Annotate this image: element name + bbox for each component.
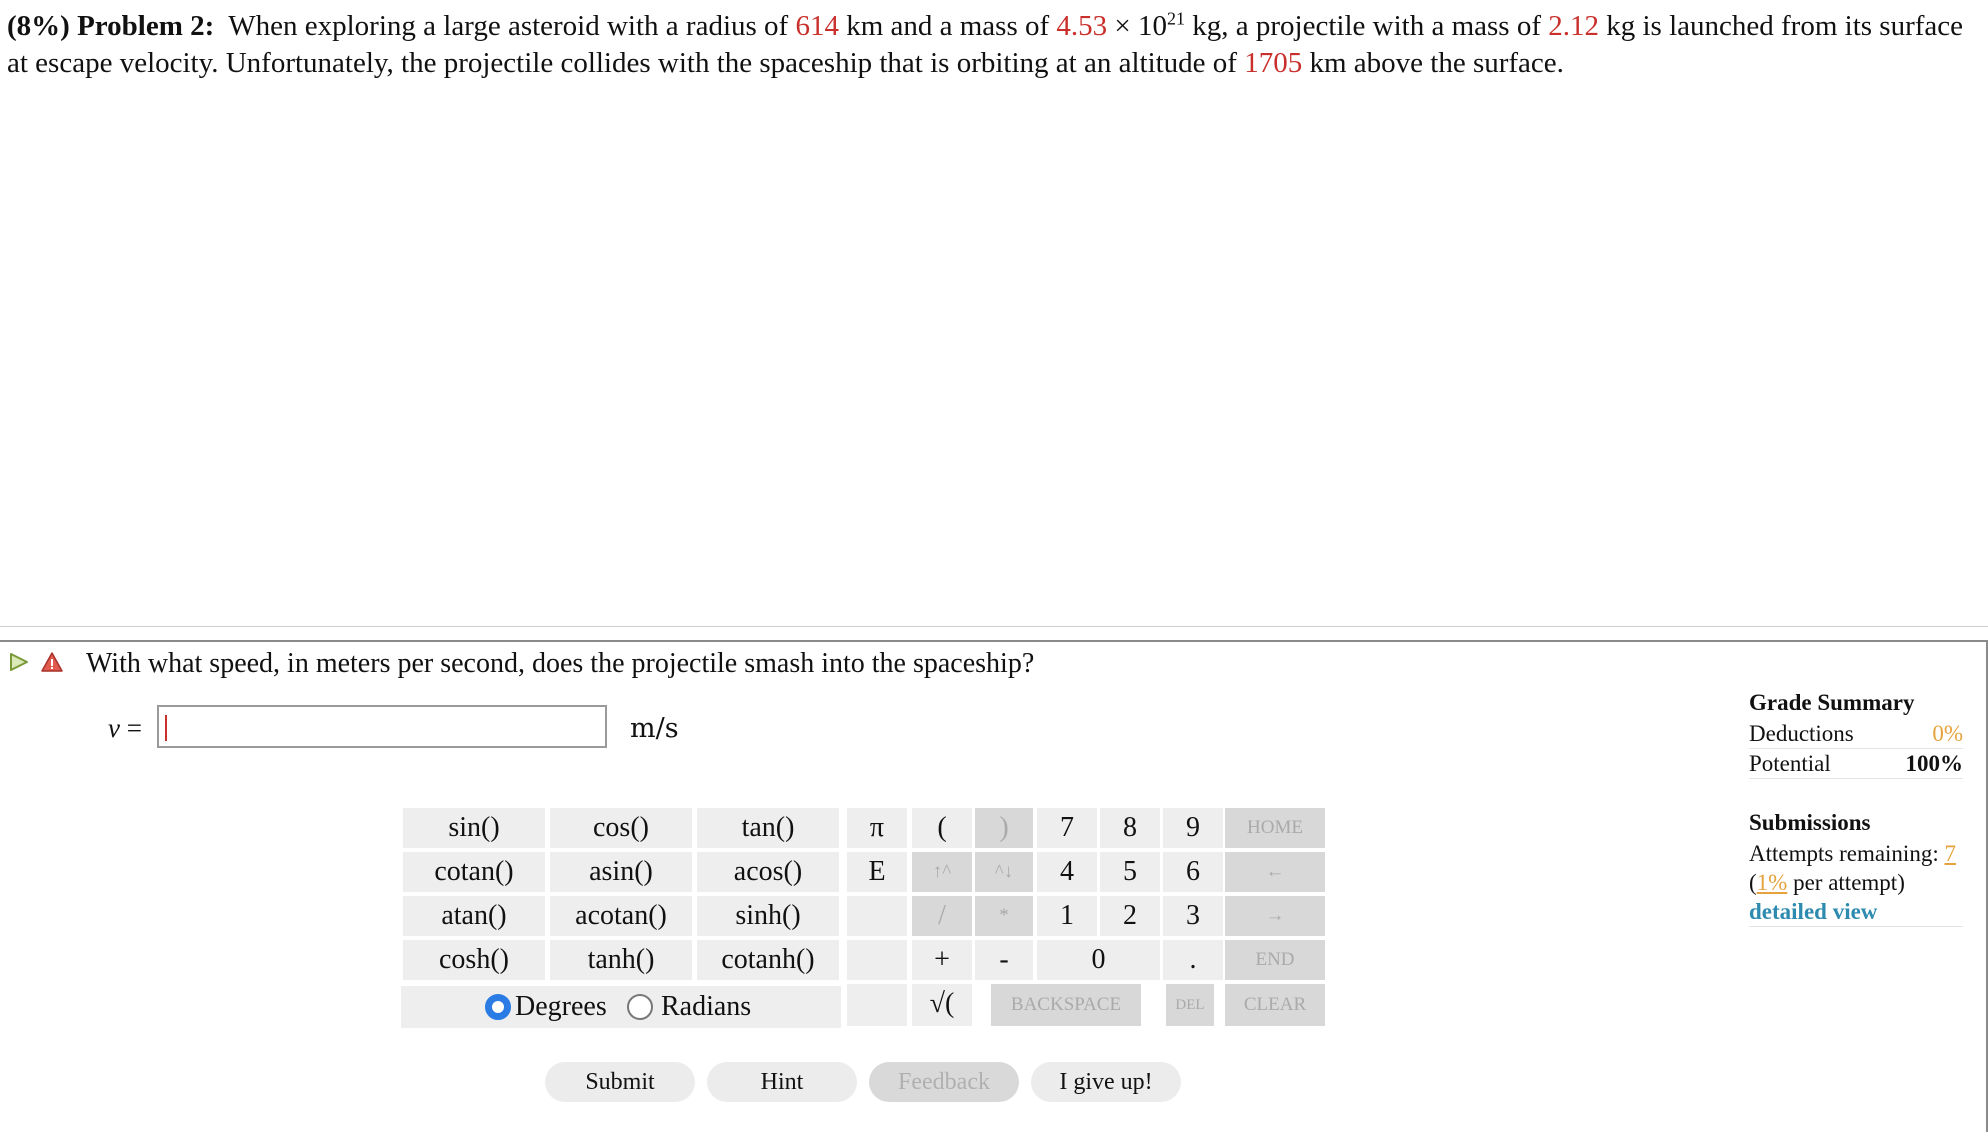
- attempts-label: Attempts remaining:: [1749, 841, 1945, 866]
- asteroid-mass-value: 4.53: [1056, 10, 1108, 42]
- key-6[interactable]: 6: [1163, 852, 1223, 892]
- divider: [0, 626, 1988, 627]
- attempts-value: 7: [1944, 841, 1956, 866]
- key-tanh[interactable]: tanh(): [550, 940, 692, 980]
- answer-input[interactable]: [157, 705, 607, 748]
- submit-button[interactable]: Submit: [545, 1062, 695, 1102]
- key-blank: [847, 984, 907, 1026]
- degrees-option[interactable]: Degrees: [485, 986, 607, 1028]
- key-pi[interactable]: π: [847, 808, 907, 848]
- key-close-paren[interactable]: ): [975, 808, 1033, 848]
- feedback-button[interactable]: Feedback: [869, 1062, 1019, 1102]
- key-cosh[interactable]: cosh(): [403, 940, 545, 980]
- angle-mode-group: Degrees Radians: [401, 986, 841, 1028]
- key-decimal[interactable]: .: [1163, 940, 1223, 980]
- key-cotanh[interactable]: cotanh(): [697, 940, 839, 980]
- detailed-view-link[interactable]: detailed view: [1749, 899, 1877, 924]
- problem-text: km and a mass of: [838, 10, 1057, 42]
- key-right[interactable]: →: [1225, 896, 1325, 936]
- problem-text: When exploring a large asteroid with a r…: [228, 10, 796, 42]
- radians-label: Radians: [661, 991, 752, 1022]
- grade-summary: Grade Summary Deductions 0% Potential 10…: [1749, 687, 1963, 927]
- key-up-arrow[interactable]: ↑^: [912, 852, 972, 892]
- problem-weight: (8%): [7, 10, 70, 42]
- key-1[interactable]: 1: [1037, 896, 1097, 936]
- key-plus[interactable]: +: [912, 940, 972, 980]
- per-attempt-value: 1%: [1756, 870, 1788, 895]
- key-cotan[interactable]: cotan(): [403, 852, 545, 892]
- key-sin[interactable]: sin(): [403, 808, 545, 848]
- deductions-value: 0%: [1932, 721, 1963, 746]
- key-5[interactable]: 5: [1100, 852, 1160, 892]
- key-atan[interactable]: atan(): [403, 896, 545, 936]
- radio-unselected-icon[interactable]: [627, 994, 653, 1020]
- key-tan[interactable]: tan(): [697, 808, 839, 848]
- problem-label: Problem 2:: [77, 10, 215, 42]
- key-del[interactable]: DEL: [1166, 984, 1214, 1026]
- key-backspace[interactable]: BACKSPACE: [991, 984, 1141, 1026]
- times-ten: × 10: [1107, 10, 1168, 42]
- radio-selected-icon[interactable]: [485, 994, 511, 1020]
- potential-label: Potential: [1749, 751, 1831, 776]
- deductions-label: Deductions: [1749, 721, 1854, 746]
- key-left[interactable]: ←: [1225, 852, 1325, 892]
- play-icon[interactable]: [8, 651, 30, 678]
- potential-value: 100%: [1905, 751, 1964, 776]
- warning-icon: [40, 651, 64, 678]
- key-end[interactable]: END: [1225, 940, 1325, 980]
- text-caret: [165, 715, 167, 741]
- key-8[interactable]: 8: [1100, 808, 1160, 848]
- key-open-paren[interactable]: (: [912, 808, 972, 848]
- problem-text: km above the surface.: [1302, 47, 1564, 79]
- equals-sign: =: [119, 713, 142, 743]
- deductions-row: Deductions 0%: [1749, 719, 1963, 749]
- detailed-view-row: detailed view: [1749, 897, 1963, 927]
- units-label: m/s: [630, 713, 679, 744]
- key-blank: [847, 896, 907, 936]
- key-asin[interactable]: asin(): [550, 852, 692, 892]
- potential-row: Potential 100%: [1749, 749, 1963, 779]
- projectile-mass-value: 2.12: [1548, 10, 1599, 42]
- key-3[interactable]: 3: [1163, 896, 1223, 936]
- radians-option[interactable]: Radians: [627, 986, 751, 1028]
- altitude-value: 1705: [1244, 47, 1303, 79]
- key-7[interactable]: 7: [1037, 808, 1097, 848]
- problem-statement: (8%) Problem 2: When exploring a large a…: [7, 8, 1977, 82]
- key-2[interactable]: 2: [1100, 896, 1160, 936]
- grade-summary-title: Grade Summary: [1749, 690, 1915, 715]
- attempts-remaining: Attempts remaining: 7: [1749, 839, 1963, 868]
- key-blank: [847, 940, 907, 980]
- problem-text: kg, a projectile with a mass of: [1185, 10, 1549, 42]
- per-attempt-text: per attempt): [1787, 870, 1905, 895]
- question-icons: [8, 651, 64, 678]
- key-acotan[interactable]: acotan(): [550, 896, 692, 936]
- key-e[interactable]: E: [847, 852, 907, 892]
- key-cos[interactable]: cos(): [550, 808, 692, 848]
- key-divide[interactable]: /: [912, 896, 972, 936]
- question-text: With what speed, in meters per second, d…: [86, 648, 1035, 679]
- key-sinh[interactable]: sinh(): [697, 896, 839, 936]
- key-0[interactable]: 0: [1037, 940, 1160, 980]
- degrees-label: Degrees: [515, 991, 607, 1022]
- asteroid-radius-value: 614: [795, 10, 839, 42]
- key-sqrt[interactable]: √(: [912, 984, 972, 1026]
- mass-exponent: 21: [1167, 8, 1186, 29]
- key-9[interactable]: 9: [1163, 808, 1223, 848]
- answer-variable-label: v =: [108, 713, 142, 744]
- key-home[interactable]: HOME: [1225, 808, 1325, 848]
- key-minus[interactable]: -: [975, 940, 1033, 980]
- key-clear[interactable]: CLEAR: [1225, 984, 1325, 1026]
- per-attempt-note: (1% per attempt): [1749, 868, 1963, 897]
- give-up-button[interactable]: I give up!: [1031, 1062, 1181, 1102]
- key-4[interactable]: 4: [1037, 852, 1097, 892]
- variable-name: v: [108, 713, 120, 743]
- submissions-title: Submissions: [1749, 810, 1871, 835]
- key-down-arrow[interactable]: ^↓: [975, 852, 1033, 892]
- paren-open: (: [1749, 870, 1757, 895]
- hint-button[interactable]: Hint: [707, 1062, 857, 1102]
- key-multiply[interactable]: *: [975, 896, 1033, 936]
- key-acos[interactable]: acos(): [697, 852, 839, 892]
